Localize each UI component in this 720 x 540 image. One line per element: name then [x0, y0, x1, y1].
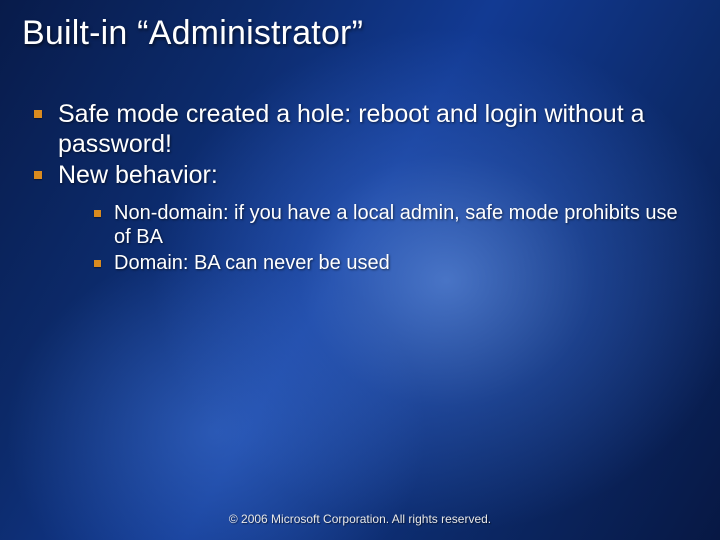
bullet-item: Safe mode created a hole: reboot and log…	[34, 100, 680, 159]
bullet-text: Non-domain: if you have a local admin, s…	[114, 202, 678, 248]
bullet-text: Safe mode created a hole: reboot and log…	[58, 100, 645, 158]
slide: Built-in “Administrator” Safe mode creat…	[0, 0, 720, 540]
copyright-footer: © 2006 Microsoft Corporation. All rights…	[0, 512, 720, 526]
bullet-list-level1: Safe mode created a hole: reboot and log…	[34, 100, 680, 276]
bullet-text: New behavior:	[58, 161, 218, 189]
slide-body: Safe mode created a hole: reboot and log…	[34, 100, 680, 278]
bullet-item: Non-domain: if you have a local admin, s…	[94, 201, 680, 250]
bullet-list-level2: Non-domain: if you have a local admin, s…	[58, 201, 680, 276]
bullet-item: Domain: BA can never be used	[94, 251, 680, 275]
bullet-text: Domain: BA can never be used	[114, 252, 390, 274]
slide-title: Built-in “Administrator”	[22, 14, 698, 53]
bullet-item: New behavior: Non-domain: if you have a …	[34, 161, 680, 276]
